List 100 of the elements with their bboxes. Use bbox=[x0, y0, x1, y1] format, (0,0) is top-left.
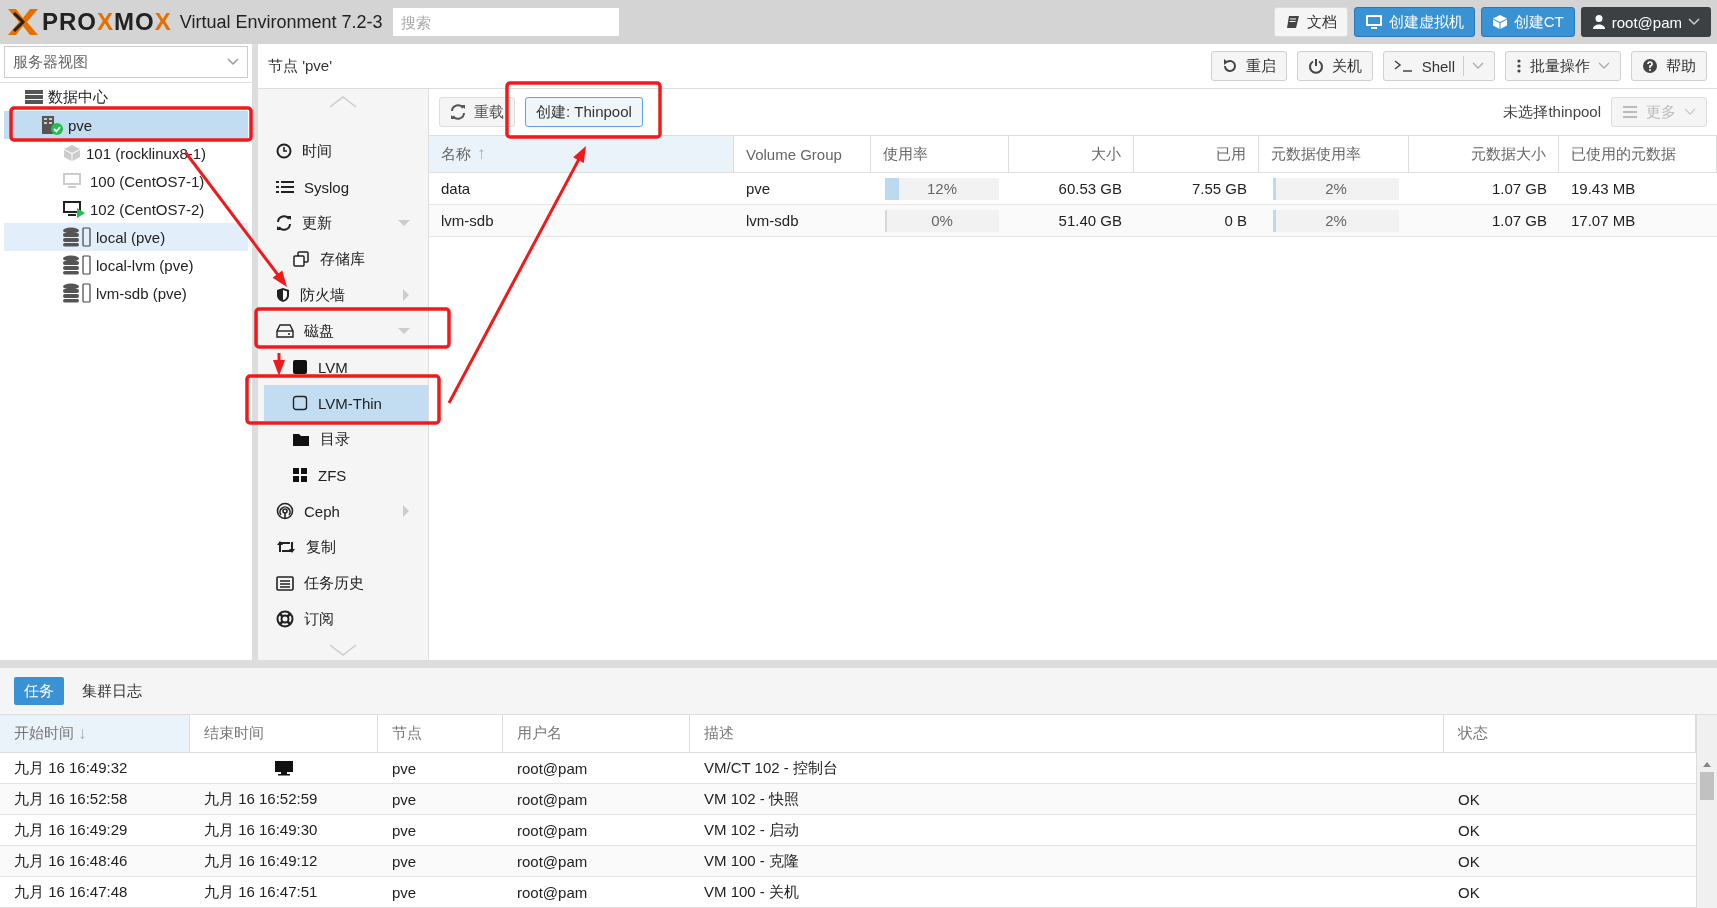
table-cell-text: root@pam bbox=[516, 758, 589, 779]
scrollbar-thumb[interactable] bbox=[1700, 772, 1714, 800]
user-menu-button[interactable]: root@pam bbox=[1580, 7, 1711, 37]
column-header[interactable]: 元数据大小 bbox=[1409, 136, 1559, 172]
table-cell-text: lvm-sdb bbox=[440, 211, 495, 231]
column-header[interactable]: 已使用的元数据 bbox=[1559, 136, 1717, 172]
square-outline-icon bbox=[292, 395, 308, 411]
tree-item[interactable]: 100 (CentOS7-1) bbox=[4, 167, 248, 195]
table-cell-text: pve bbox=[391, 882, 418, 903]
create-button[interactable]: 创建: Thinpool bbox=[525, 97, 643, 127]
caret-down-icon bbox=[398, 219, 410, 227]
tree-item[interactable]: local-lvm (pve) bbox=[4, 251, 248, 279]
toolbar-button[interactable]: 批量操作 bbox=[1505, 51, 1621, 81]
scroll-down-icon[interactable] bbox=[328, 643, 358, 657]
cube-icon bbox=[1491, 14, 1508, 30]
scroll-up-icon[interactable] bbox=[1702, 760, 1712, 768]
table-cell-text: VM 102 - 快照 bbox=[703, 788, 801, 809]
menu-item[interactable]: 存储库 bbox=[264, 241, 428, 277]
table-cell-text: OK bbox=[1457, 820, 1481, 841]
table-cell-text: 九月 16 16:47:48 bbox=[13, 881, 129, 902]
column-header[interactable]: Volume Group bbox=[734, 136, 871, 172]
table-cell-text: VM 100 - 关机 bbox=[703, 881, 801, 902]
logo-text: PROXMOX bbox=[42, 8, 172, 36]
column-header[interactable]: 开始时间 ↓ bbox=[0, 715, 190, 752]
reload-button[interactable]: 重载 bbox=[439, 97, 515, 127]
tree-item[interactable]: 102 (CentOS7-2) bbox=[4, 195, 248, 223]
view-selector[interactable]: 服务器视图 bbox=[4, 46, 248, 78]
toolbar-button[interactable]: 重启 bbox=[1210, 51, 1287, 81]
caret-icon bbox=[1684, 108, 1696, 116]
table-cell-text: 17.07 MB bbox=[1570, 211, 1637, 231]
tab[interactable]: 集群日志 bbox=[72, 677, 152, 705]
table-cell-text: data bbox=[440, 179, 472, 199]
lifebuoy-icon bbox=[276, 610, 294, 628]
tree-item[interactable]: lvm-sdb (pve) bbox=[4, 279, 248, 307]
tree-item[interactable]: 数据中心 bbox=[4, 83, 248, 111]
table-cell-text: 7.55 GB bbox=[1190, 179, 1248, 199]
table-cell-text: pve bbox=[391, 851, 418, 872]
tree-item[interactable]: local (pve) bbox=[4, 223, 248, 251]
column-header[interactable]: 描述 bbox=[690, 715, 1444, 752]
panel-title: 节点 'pve' bbox=[268, 56, 333, 76]
menu-item[interactable]: 任务历史 bbox=[264, 565, 428, 601]
toolbar-button[interactable]: 文档 bbox=[1273, 7, 1348, 37]
table-cell-text: 九月 16 16:48:46 bbox=[13, 850, 129, 871]
list-box-icon bbox=[276, 575, 294, 591]
table-cell-text: 0 B bbox=[1223, 211, 1248, 231]
list-icon bbox=[276, 180, 294, 194]
table-cell-text: 九月 16 16:49:29 bbox=[13, 819, 129, 840]
storage-icon bbox=[62, 283, 92, 303]
menu-item[interactable]: LVM-Thin bbox=[264, 385, 428, 421]
menu-item[interactable]: Syslog bbox=[264, 169, 428, 205]
column-header[interactable]: 大小 bbox=[1009, 136, 1134, 172]
toolbar-button[interactable]: Shell bbox=[1382, 51, 1495, 81]
toolbar-button[interactable]: 关机 bbox=[1296, 51, 1373, 81]
table-cell-text: root@pam bbox=[516, 851, 589, 872]
column-header[interactable]: 已用 bbox=[1134, 136, 1259, 172]
table-cell-text: VM 102 - 启动 bbox=[703, 819, 801, 840]
restart-icon bbox=[1221, 58, 1238, 74]
copy-icon bbox=[292, 251, 310, 267]
tree-item[interactable]: pve bbox=[4, 111, 248, 139]
toolbar-button[interactable]: 帮助 bbox=[1631, 51, 1707, 81]
shield-icon bbox=[276, 287, 290, 303]
column-header[interactable]: 用户名 bbox=[503, 715, 690, 752]
folder-icon bbox=[292, 431, 310, 447]
menu-item[interactable]: 时间 bbox=[264, 133, 428, 169]
table-cell: 九月 16 16:52:59 bbox=[204, 789, 318, 809]
scrollbar[interactable] bbox=[1696, 715, 1717, 908]
menu-item[interactable]: ZFS bbox=[264, 457, 428, 493]
scroll-up-icon[interactable] bbox=[328, 95, 358, 109]
table-cell-text: pve bbox=[391, 758, 418, 779]
column-header[interactable]: 节点 bbox=[378, 715, 503, 752]
caret-icon bbox=[1472, 62, 1484, 70]
menu-icon bbox=[1622, 105, 1638, 119]
storage-icon bbox=[62, 255, 92, 275]
product-version: Virtual Environment 7.2-3 bbox=[179, 11, 383, 33]
menu-item[interactable]: 防火墙 bbox=[264, 277, 428, 313]
column-header[interactable]: 名称 ↑ bbox=[429, 136, 734, 172]
table-cell-text: root@pam bbox=[516, 820, 589, 841]
help-icon bbox=[1642, 58, 1658, 74]
usage-bar: 2% bbox=[1273, 209, 1399, 232]
terminal-icon bbox=[1393, 59, 1414, 73]
monitor-icon bbox=[1364, 14, 1383, 30]
menu-item[interactable]: LVM bbox=[264, 349, 428, 385]
menu-item[interactable]: 更新 bbox=[264, 205, 428, 241]
table-cell-text: VM/CT 102 - 控制台 bbox=[703, 757, 839, 778]
column-header[interactable]: 结束时间 bbox=[190, 715, 378, 752]
clock-icon bbox=[276, 143, 292, 159]
table-cell-text: 九月 16 16:49:32 bbox=[13, 757, 129, 778]
tree-item[interactable]: 101 (rocklinux8-1) bbox=[4, 139, 248, 167]
column-header[interactable]: 使用率 bbox=[871, 136, 1009, 172]
square-icon bbox=[292, 359, 308, 375]
column-header[interactable]: 元数据使用率 bbox=[1259, 136, 1409, 172]
menu-item[interactable]: Ceph bbox=[264, 493, 428, 529]
menu-item[interactable]: 磁盘 bbox=[264, 313, 428, 349]
hard-drive-icon bbox=[276, 324, 294, 338]
menu-item[interactable]: 目录 bbox=[264, 421, 428, 457]
table-cell-text: 1.07 GB bbox=[1490, 211, 1548, 231]
grid-icon bbox=[292, 467, 308, 483]
menu-item[interactable]: 复制 bbox=[264, 529, 428, 565]
search-field[interactable]: 搜索 bbox=[392, 8, 619, 36]
menu-item[interactable]: 订阅 bbox=[264, 601, 428, 637]
